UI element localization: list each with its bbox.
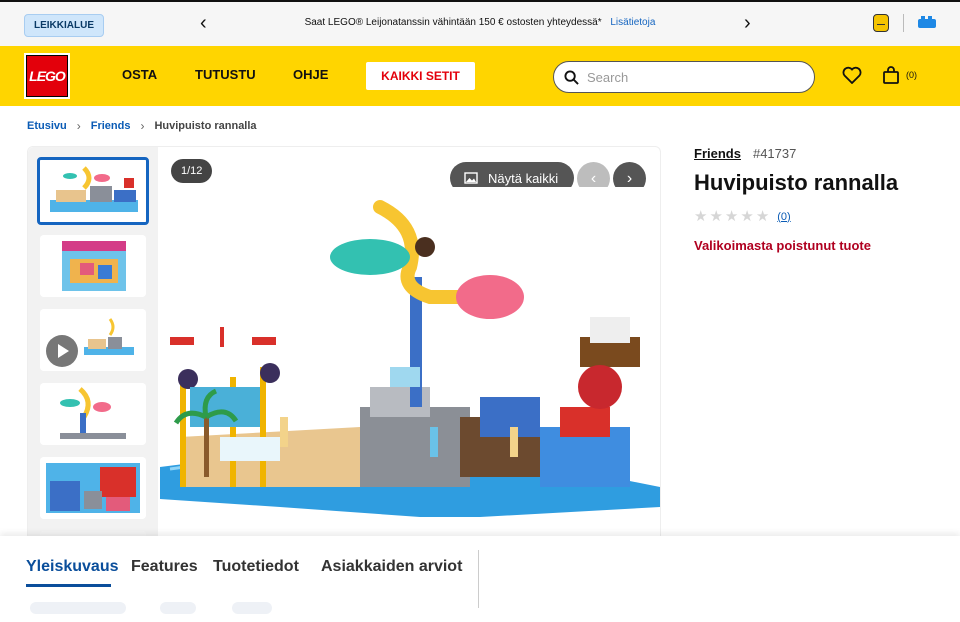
search-icon xyxy=(564,69,579,85)
promo-prev-chevron-icon[interactable]: ‹ xyxy=(200,12,207,35)
product-info: Friends #41737 Huvipuisto rannalla ★ ★ ★… xyxy=(694,146,898,253)
star-icon: ★ xyxy=(694,208,708,225)
rating-count-link[interactable]: (0) xyxy=(777,211,790,223)
main-product-image[interactable] xyxy=(160,187,660,527)
announcement-bar: LEIKKIALUE ‹ Saat LEGO® Leijonatanssin v… xyxy=(0,0,960,46)
placeholder-bar xyxy=(30,602,126,614)
tab-features[interactable]: Features xyxy=(131,558,198,576)
top-utility-icons xyxy=(873,14,936,32)
active-tab-indicator xyxy=(26,584,111,587)
main-header: LEGO OSTA TUTUSTU OHJE KAIKKI SETIT (0) xyxy=(0,46,960,106)
theme-row: Friends #41737 xyxy=(694,146,796,161)
placeholder-bar xyxy=(232,602,272,614)
minifigure-head-icon[interactable] xyxy=(873,14,889,32)
play-icon[interactable] xyxy=(46,335,78,367)
availability-status: Valikoimasta poistunut tuote xyxy=(694,238,871,253)
promo-message: Saat LEGO® Leijonatanssin vähintään 150 … xyxy=(230,17,730,28)
breadcrumb-home[interactable]: Etusivu xyxy=(27,120,67,132)
bag-count: (0) xyxy=(906,70,917,80)
thumbnail-strip[interactable] xyxy=(28,147,158,547)
thumbnail-5[interactable] xyxy=(40,457,146,519)
theme-link[interactable]: Friends xyxy=(694,146,741,161)
shopping-bag-icon xyxy=(883,66,899,84)
thumbnail-video[interactable] xyxy=(40,309,146,371)
tabs-divider xyxy=(478,550,479,608)
divider xyxy=(903,14,904,32)
product-tabs: Yleiskuvaus Features Tuotetiedot Asiakka… xyxy=(0,536,960,622)
breadcrumb-current: Huvipuisto rannalla xyxy=(154,120,257,132)
breadcrumb-chevron-icon: › xyxy=(140,119,145,133)
wishlist-heart-icon[interactable] xyxy=(842,66,862,88)
star-icon: ★ xyxy=(755,208,770,225)
tab-customer-reviews[interactable]: Asiakkaiden arviot xyxy=(321,558,462,576)
promo-next-chevron-icon[interactable]: › xyxy=(744,12,751,35)
tab-product-details[interactable]: Tuotetiedot xyxy=(213,558,299,576)
play-zone-button[interactable]: LEIKKIALUE xyxy=(24,14,104,37)
star-icon: ★ xyxy=(724,208,739,225)
nav-item-osta[interactable]: OSTA xyxy=(122,67,157,82)
image-counter: 1/12 xyxy=(171,159,213,183)
promo-link[interactable]: Lisätietoja xyxy=(610,17,655,28)
breadcrumb-chevron-icon: › xyxy=(76,119,81,133)
rating[interactable]: ★ ★ ★ ★ ★ (0) xyxy=(694,209,791,224)
nav-item-tutustu[interactable]: TUTUSTU xyxy=(195,67,256,82)
placeholder-bar xyxy=(160,602,196,614)
thumbnail-2[interactable] xyxy=(40,235,146,297)
thumbnail-1[interactable] xyxy=(37,157,149,225)
search-input[interactable] xyxy=(587,69,787,85)
promo-text: Saat LEGO® Leijonatanssin vähintään 150 … xyxy=(304,17,602,28)
lego-logo[interactable]: LEGO xyxy=(24,53,70,99)
breadcrumb: Etusivu › Friends › Huvipuisto rannalla xyxy=(27,119,257,133)
shopping-bag-button[interactable]: (0) xyxy=(882,66,917,84)
tab-overview[interactable]: Yleiskuvaus xyxy=(26,558,119,576)
star-icon: ★ xyxy=(709,208,723,225)
image-icon xyxy=(464,172,478,184)
show-all-label: Näytä kaikki xyxy=(488,170,559,186)
search-box xyxy=(553,61,815,93)
brick-icon[interactable] xyxy=(918,15,936,28)
breadcrumb-theme[interactable]: Friends xyxy=(91,120,131,132)
star-icon: ★ xyxy=(740,208,754,225)
all-sets-button[interactable]: KAIKKI SETIT xyxy=(366,62,475,90)
product-gallery: 1/12 Näytä kaikki ‹ › xyxy=(27,146,661,547)
nav-item-ohje[interactable]: OHJE xyxy=(293,67,328,82)
product-title: Huvipuisto rannalla xyxy=(694,170,899,195)
item-number: #41737 xyxy=(752,146,797,161)
thumbnail-4[interactable] xyxy=(40,383,146,445)
